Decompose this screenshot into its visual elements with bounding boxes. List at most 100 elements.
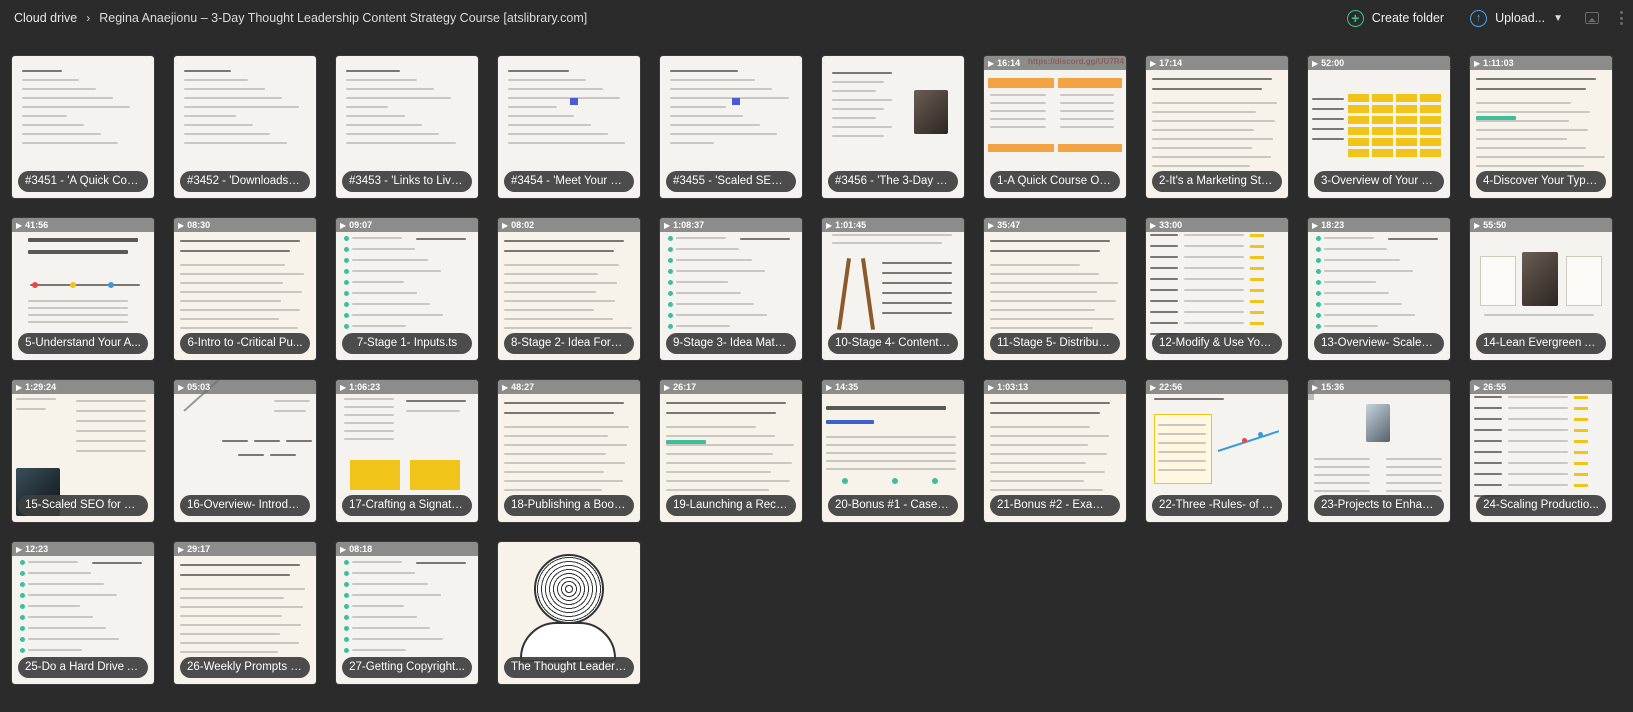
file-tile[interactable]: ▶ 17:14 2-It's a Marketing Stra... — [1146, 56, 1288, 198]
video-duration-bar: ▶ 08:18 — [336, 542, 478, 556]
file-tile[interactable]: https://discord.gg/UU7R4▶16:141-A Quick … — [984, 56, 1126, 198]
create-folder-button[interactable]: + Create folder — [1346, 9, 1444, 27]
video-duration-bar: ▶ 1:06:23 — [336, 380, 478, 394]
video-duration: 15:36 — [1321, 382, 1345, 392]
video-duration-bar: ▶ 1:01:45 — [822, 218, 964, 232]
file-tile[interactable]: ▶ 1:06:23 17-Crafting a Signatur... — [336, 380, 478, 522]
file-name-label: 19-Launching a Recur... — [666, 495, 796, 516]
video-duration: 55:50 — [1483, 220, 1507, 230]
video-duration-bar: ▶ 41:56 — [12, 218, 154, 232]
file-tile[interactable]: ▶ 1:29:24 15-Scaled SEO for Th... — [12, 380, 154, 522]
plus-circle-icon: + — [1346, 9, 1364, 27]
video-duration: 52:00 — [1321, 58, 1345, 68]
video-duration: 33:00 — [1159, 220, 1183, 230]
file-tile[interactable]: ▶ 1:08:37 9-Stage 3- Idea Matur... — [660, 218, 802, 360]
file-name-label: 23-Projects to Enhan... — [1314, 495, 1444, 516]
file-tile[interactable]: ▶ 22:56 22-Three -Rules- of T... — [1146, 380, 1288, 522]
file-tile[interactable]: ▶ 26:55 24-Scaling Productio... — [1470, 380, 1612, 522]
top-actions: + Create folder ↑ Upload... ▼ — [1346, 0, 1633, 36]
file-tile[interactable]: The Thought Leaders... — [498, 542, 640, 684]
video-duration: 1:01:45 — [835, 220, 867, 230]
file-tile[interactable]: ▶ 05:03 16-Overview- Introdu... — [174, 380, 316, 522]
play-icon: ▶ — [1312, 58, 1319, 68]
upload-button[interactable]: ↑ Upload... ▼ — [1470, 9, 1563, 27]
play-icon: ▶ — [1474, 58, 1481, 68]
file-name-label: 27-Getting Copyright... — [342, 657, 472, 678]
video-duration-bar: ▶ 15:36 — [1308, 380, 1450, 394]
video-duration-bar: ▶ 05:03 — [174, 380, 316, 394]
file-tile[interactable]: ▶ 15:36 23-Projects to Enhan... — [1308, 380, 1450, 522]
file-tile[interactable]: ▶ 41:56 5-Understand Your A... — [12, 218, 154, 360]
play-icon: ▶ — [340, 544, 347, 554]
file-tile[interactable]: ▶ 1:01:45 10-Stage 4- Content ... — [822, 218, 964, 360]
video-duration: 29:17 — [187, 544, 211, 554]
file-tile[interactable]: ▶ 35:47 11-Stage 5- Distributi... — [984, 218, 1126, 360]
file-tile[interactable]: ▶ 1:03:13 21-Bonus #2 - Examp... — [984, 380, 1126, 522]
play-icon: ▶ — [16, 544, 23, 554]
file-tile[interactable]: ▶ 1:11:03 4-Discover Your Type ... — [1470, 56, 1612, 198]
play-icon: ▶ — [664, 382, 671, 392]
video-duration: 1:29:24 — [25, 382, 57, 392]
video-duration: 17:14 — [1159, 58, 1183, 68]
play-icon: ▶ — [178, 382, 185, 392]
video-duration-bar: ▶ 26:55 — [1470, 380, 1612, 394]
play-icon: ▶ — [988, 58, 995, 68]
file-tile[interactable]: ▶ 08:30 6-Intro to -Critical Pu... — [174, 218, 316, 360]
file-tile[interactable]: #3456 - 'The 3-Day T... — [822, 56, 964, 198]
file-tile[interactable]: ▶ 09:07 7-Stage 1- Inputs.ts — [336, 218, 478, 360]
video-duration-bar: ▶ 26:17 — [660, 380, 802, 394]
file-tile[interactable]: #3454 - 'Meet Your C... — [498, 56, 640, 198]
file-tile[interactable]: ▶ 33:00 12-Modify & Use You... — [1146, 218, 1288, 360]
file-name-label: 8-Stage 2- Idea Form... — [504, 333, 634, 354]
more-options-icon[interactable] — [1617, 11, 1625, 25]
thumbnail-view-icon[interactable] — [1585, 12, 1599, 24]
file-name-label: 21-Bonus #2 - Examp... — [990, 495, 1120, 516]
video-duration: 08:02 — [511, 220, 535, 230]
video-duration: 35:47 — [997, 220, 1021, 230]
play-icon: ▶ — [1312, 220, 1319, 230]
breadcrumb-root[interactable]: Cloud drive — [14, 11, 77, 25]
video-duration-bar: ▶ 52:00 — [1308, 56, 1450, 70]
file-tile[interactable]: #3452 - 'Downloads_ ... — [174, 56, 316, 198]
breadcrumb-current-folder[interactable]: Regina Anaejionu – 3-Day Thought Leaders… — [99, 11, 587, 25]
file-tile[interactable]: ▶ 18:23 13-Overview- Scaled ... — [1308, 218, 1450, 360]
video-duration-bar: ▶ 18:23 — [1308, 218, 1450, 232]
file-name-label: 12-Modify & Use You... — [1152, 333, 1282, 354]
video-duration-bar: ▶ 16:14 — [984, 56, 1126, 70]
video-duration: 14:35 — [835, 382, 859, 392]
file-name-label: 18-Publishing a Book ... — [504, 495, 634, 516]
play-icon: ▶ — [340, 382, 347, 392]
video-duration: 1:03:13 — [997, 382, 1029, 392]
video-duration-bar: ▶ 17:14 — [1146, 56, 1288, 70]
video-duration: 26:17 — [673, 382, 697, 392]
video-duration-bar: ▶ 14:35 — [822, 380, 964, 394]
play-icon: ▶ — [1474, 382, 1481, 392]
play-icon: ▶ — [826, 382, 833, 392]
file-tile[interactable]: ▶ 08:18 27-Getting Copyright... — [336, 542, 478, 684]
file-name-label: 13-Overview- Scaled ... — [1314, 333, 1444, 354]
video-duration: 1:06:23 — [349, 382, 381, 392]
file-tile[interactable]: #3453 - 'Links to Live... — [336, 56, 478, 198]
video-duration: 08:30 — [187, 220, 211, 230]
file-tile[interactable]: #3451 - 'A Quick Cou... — [12, 56, 154, 198]
file-tile[interactable]: #3455 - 'Scaled SEO f... — [660, 56, 802, 198]
file-name-label: 6-Intro to -Critical Pu... — [180, 333, 310, 354]
file-name-label: #3454 - 'Meet Your C... — [504, 171, 634, 192]
file-tile[interactable]: ▶ 29:17 26-Weekly Prompts a... — [174, 542, 316, 684]
file-name-label: 25-Do a Hard Drive A... — [18, 657, 148, 678]
video-duration: 12:23 — [25, 544, 49, 554]
file-tile[interactable]: ▶ 52:00 3-Overview of Your N... — [1308, 56, 1450, 198]
file-name-label: #3456 - 'The 3-Day T... — [828, 171, 958, 192]
play-icon: ▶ — [1150, 58, 1157, 68]
file-tile[interactable]: ▶ 08:02 8-Stage 2- Idea Form... — [498, 218, 640, 360]
file-tile[interactable]: ▶ 48:27 18-Publishing a Book ... — [498, 380, 640, 522]
breadcrumb-separator: › — [86, 11, 91, 25]
file-tile[interactable]: ▶ 55:50 14-Lean Evergreen A... — [1470, 218, 1612, 360]
file-tile[interactable]: ▶ 14:35 20-Bonus #1 - Case S... — [822, 380, 964, 522]
chevron-down-icon[interactable]: ▼ — [1553, 13, 1563, 24]
video-duration-bar: ▶ 1:08:37 — [660, 218, 802, 232]
upload-label: Upload... — [1495, 11, 1546, 25]
file-tile[interactable]: ▶ 26:17 19-Launching a Recur... — [660, 380, 802, 522]
file-tile[interactable]: ▶ 12:23 25-Do a Hard Drive A... — [12, 542, 154, 684]
file-name-label: 11-Stage 5- Distributi... — [990, 333, 1120, 354]
